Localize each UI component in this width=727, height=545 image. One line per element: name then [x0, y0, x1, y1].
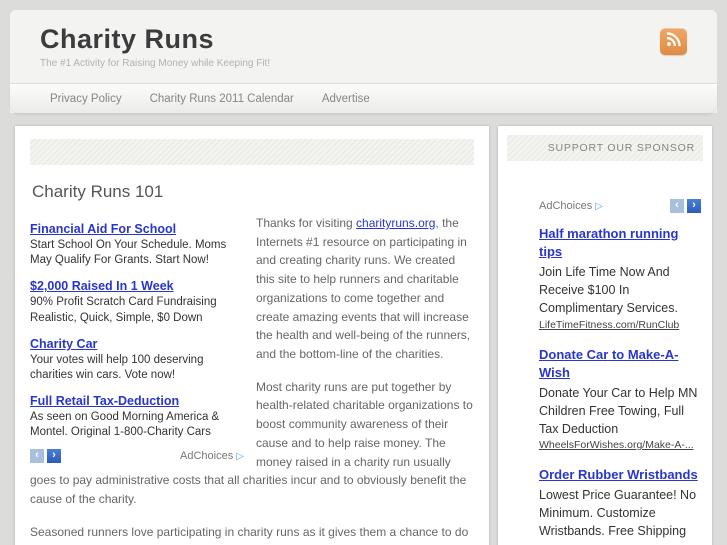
adchoices-icon: ▷ [236, 451, 244, 463]
ad-text: Start School On Your Schedule. Moms May … [30, 239, 227, 267]
ad-raised-1-week: $2,000 Raised In 1 Week 90% Profit Scrat… [30, 277, 244, 325]
adchoices-label: AdChoices [180, 450, 234, 463]
ad-text: As seen on Good Morning America & Montel… [30, 411, 220, 439]
main-top-decor-bar [30, 139, 475, 165]
ad-half-marathon-tips: Half marathon running tips Join Life Tim… [539, 225, 701, 331]
ad-display-url[interactable]: WheelsForWishes.org/Make-A-... [539, 439, 701, 451]
content-area: Charity Runs 101 Financial Aid For Schoo… [15, 126, 712, 545]
ad-charity-car: Charity Car Your votes will help 100 des… [30, 335, 244, 383]
charityruns-org-link[interactable]: charityruns.org [356, 216, 435, 230]
ad-link-wristbands[interactable]: Order Rubber Wristbands [539, 467, 698, 482]
ad-link-donate-car[interactable]: Donate Car to Make-A-Wish [539, 347, 678, 380]
ad-carousel-arrows: ‹ › [670, 199, 701, 213]
nav-item-privacy-policy[interactable]: Privacy Policy [36, 93, 136, 105]
nav-item-2011-calendar[interactable]: Charity Runs 2011 Calendar [136, 93, 308, 105]
site-tagline: The #1 Activity for Raising Money while … [40, 58, 271, 69]
paragraph-text: Thanks for visiting [256, 216, 357, 230]
sidebar-ad-unit: AdChoices ▷ ‹ › Half marathon running ti… [539, 199, 701, 545]
ad-text: Join Life Time Now And Receive $100 In C… [539, 265, 678, 315]
prev-arrow-icon[interactable]: ‹ [30, 449, 44, 464]
sidebar: SUPPORT OUR SPONSOR AdChoices ▷ ‹ › Half… [498, 126, 712, 545]
ad-text: Lowest Price Guarantee! No Minimum. Cust… [539, 488, 697, 538]
ad-link-charity-car[interactable]: Charity Car [30, 337, 97, 351]
main-column: Charity Runs 101 Financial Aid For Schoo… [15, 126, 490, 545]
rss-button[interactable] [660, 28, 687, 55]
ad-text: Donate Your Car to Help MN Children Free… [539, 386, 698, 436]
header: Charity Runs The #1 Activity for Raising… [10, 10, 717, 113]
ad-financial-aid: Financial Aid For School Start School On… [30, 220, 244, 268]
inline-ad-block: Financial Aid For School Start School On… [30, 220, 244, 464]
ad-rubber-wristbands: Order Rubber Wristbands Lowest Price Gua… [539, 466, 701, 540]
sidebar-top-decor-bar: SUPPORT OUR SPONSOR [507, 135, 703, 161]
next-arrow-icon[interactable]: › [687, 199, 701, 213]
adchoices-link[interactable]: AdChoices ▷ [180, 450, 244, 462]
adchoices-link[interactable]: AdChoices ▷ [539, 200, 603, 212]
ad-block-footer: ‹ › AdChoices ▷ [30, 449, 244, 464]
adchoices-label: AdChoices [539, 200, 593, 212]
main-nav: Privacy Policy Charity Runs 2011 Calenda… [10, 83, 717, 113]
paragraph-seasoned-runners: Seasoned runners love participating in c… [30, 524, 469, 545]
ad-text: Your votes will help 100 deserving chari… [30, 353, 204, 381]
ad-link-raised-1-week[interactable]: $2,000 Raised In 1 Week [30, 279, 174, 293]
adchoices-icon: ▷ [595, 201, 603, 212]
sidebar-ad-header: AdChoices ▷ ‹ › [539, 199, 701, 213]
site-title: Charity Runs [40, 24, 215, 54]
ad-tax-deduction: Full Retail Tax-Deduction As seen on Goo… [30, 392, 244, 440]
prev-arrow-icon[interactable]: ‹ [670, 199, 684, 213]
ad-text: 90% Profit Scratch Card Fundraising Real… [30, 296, 217, 324]
ad-display-url[interactable]: LifeTimeFitness.com/RunClub [539, 319, 701, 331]
page-title: Charity Runs 101 [32, 182, 164, 201]
nav-item-advertise[interactable]: Advertise [308, 93, 384, 105]
ad-donate-car-make-a-wish: Donate Car to Make-A-Wish Donate Your Ca… [539, 346, 701, 452]
next-arrow-icon[interactable]: › [47, 449, 61, 464]
rss-icon [666, 31, 681, 52]
ad-carousel-arrows: ‹ › [30, 449, 61, 464]
sponsor-heading: SUPPORT OUR SPONSOR [547, 142, 695, 154]
ad-link-tax-deduction[interactable]: Full Retail Tax-Deduction [30, 394, 179, 408]
paragraph-text: , the Internets #1 resource on participa… [256, 216, 471, 362]
ad-link-half-marathon[interactable]: Half marathon running tips [539, 226, 678, 259]
masthead: Charity Runs The #1 Activity for Raising… [10, 24, 717, 69]
ad-link-financial-aid[interactable]: Financial Aid For School [30, 222, 176, 236]
